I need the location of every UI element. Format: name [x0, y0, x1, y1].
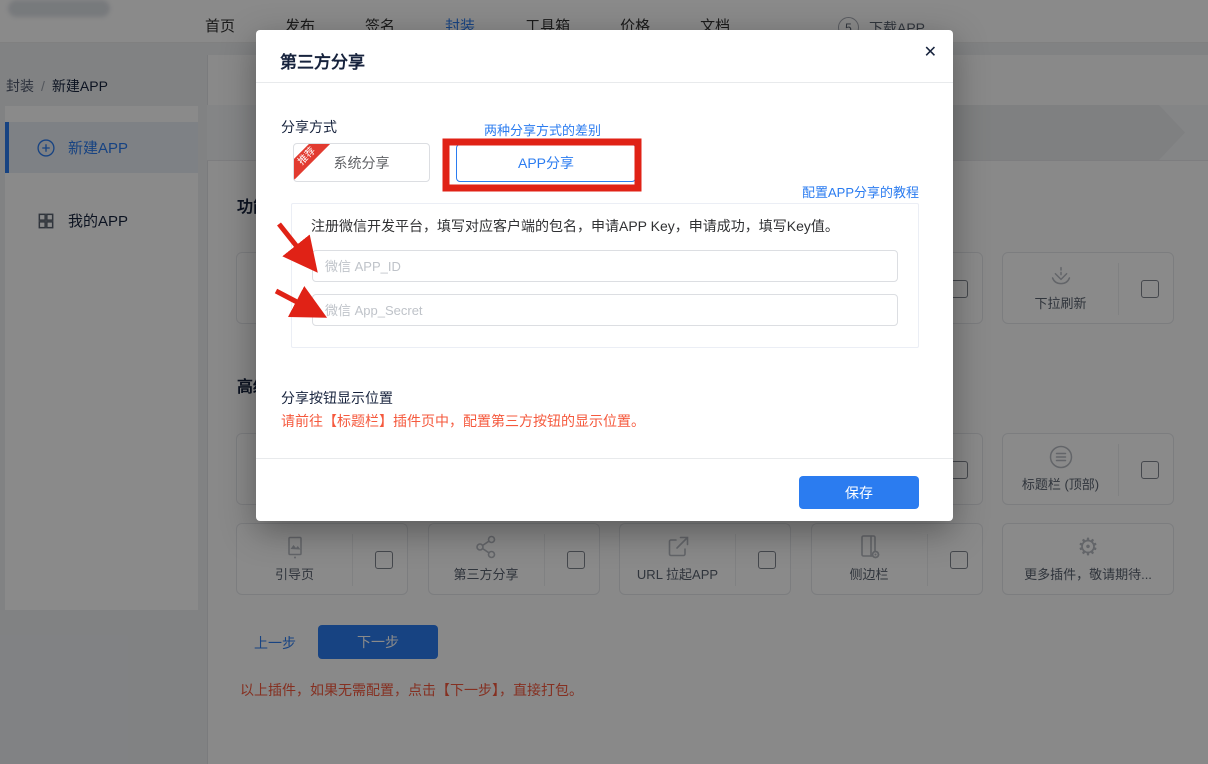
wechat-appsecret-input[interactable]: [312, 294, 898, 326]
recommended-ribbon: 推荐: [293, 143, 333, 182]
tab-app-share-label: APP分享: [518, 155, 574, 171]
save-button[interactable]: 保存: [799, 476, 919, 509]
dialog-header-divider: [256, 82, 953, 83]
share-button-position-note: 请前往【标题栏】插件页中，配置第三方按钮的显示位置。: [281, 411, 645, 431]
tab-app-share[interactable]: APP分享: [456, 144, 636, 182]
close-icon[interactable]: ✕: [924, 45, 937, 61]
wechat-config-instruction: 注册微信开发平台，填写对应客户端的包名，申请APP Key，申请成功，填写Key…: [311, 216, 839, 236]
tab-system-share-label: 系统分享: [334, 155, 390, 171]
share-method-diff-link[interactable]: 两种分享方式的差别: [484, 120, 601, 139]
third-party-share-dialog: 第三方分享 ✕ 分享方式 两种分享方式的差别 推荐 系统分享 APP分享 配置A…: [256, 30, 953, 521]
dialog-title: 第三方分享: [280, 48, 365, 73]
wechat-appid-input[interactable]: [312, 250, 898, 282]
share-button-position-label: 分享按钮显示位置: [281, 388, 393, 408]
wechat-config-panel: 注册微信开发平台，填写对应客户端的包名，申请APP Key，申请成功，填写Key…: [291, 203, 919, 348]
tab-system-share[interactable]: 推荐 系统分享: [293, 143, 430, 182]
dialog-footer-divider: [256, 458, 953, 459]
share-method-label: 分享方式: [281, 117, 337, 137]
app-share-tutorial-link[interactable]: 配置APP分享的教程: [802, 182, 919, 201]
